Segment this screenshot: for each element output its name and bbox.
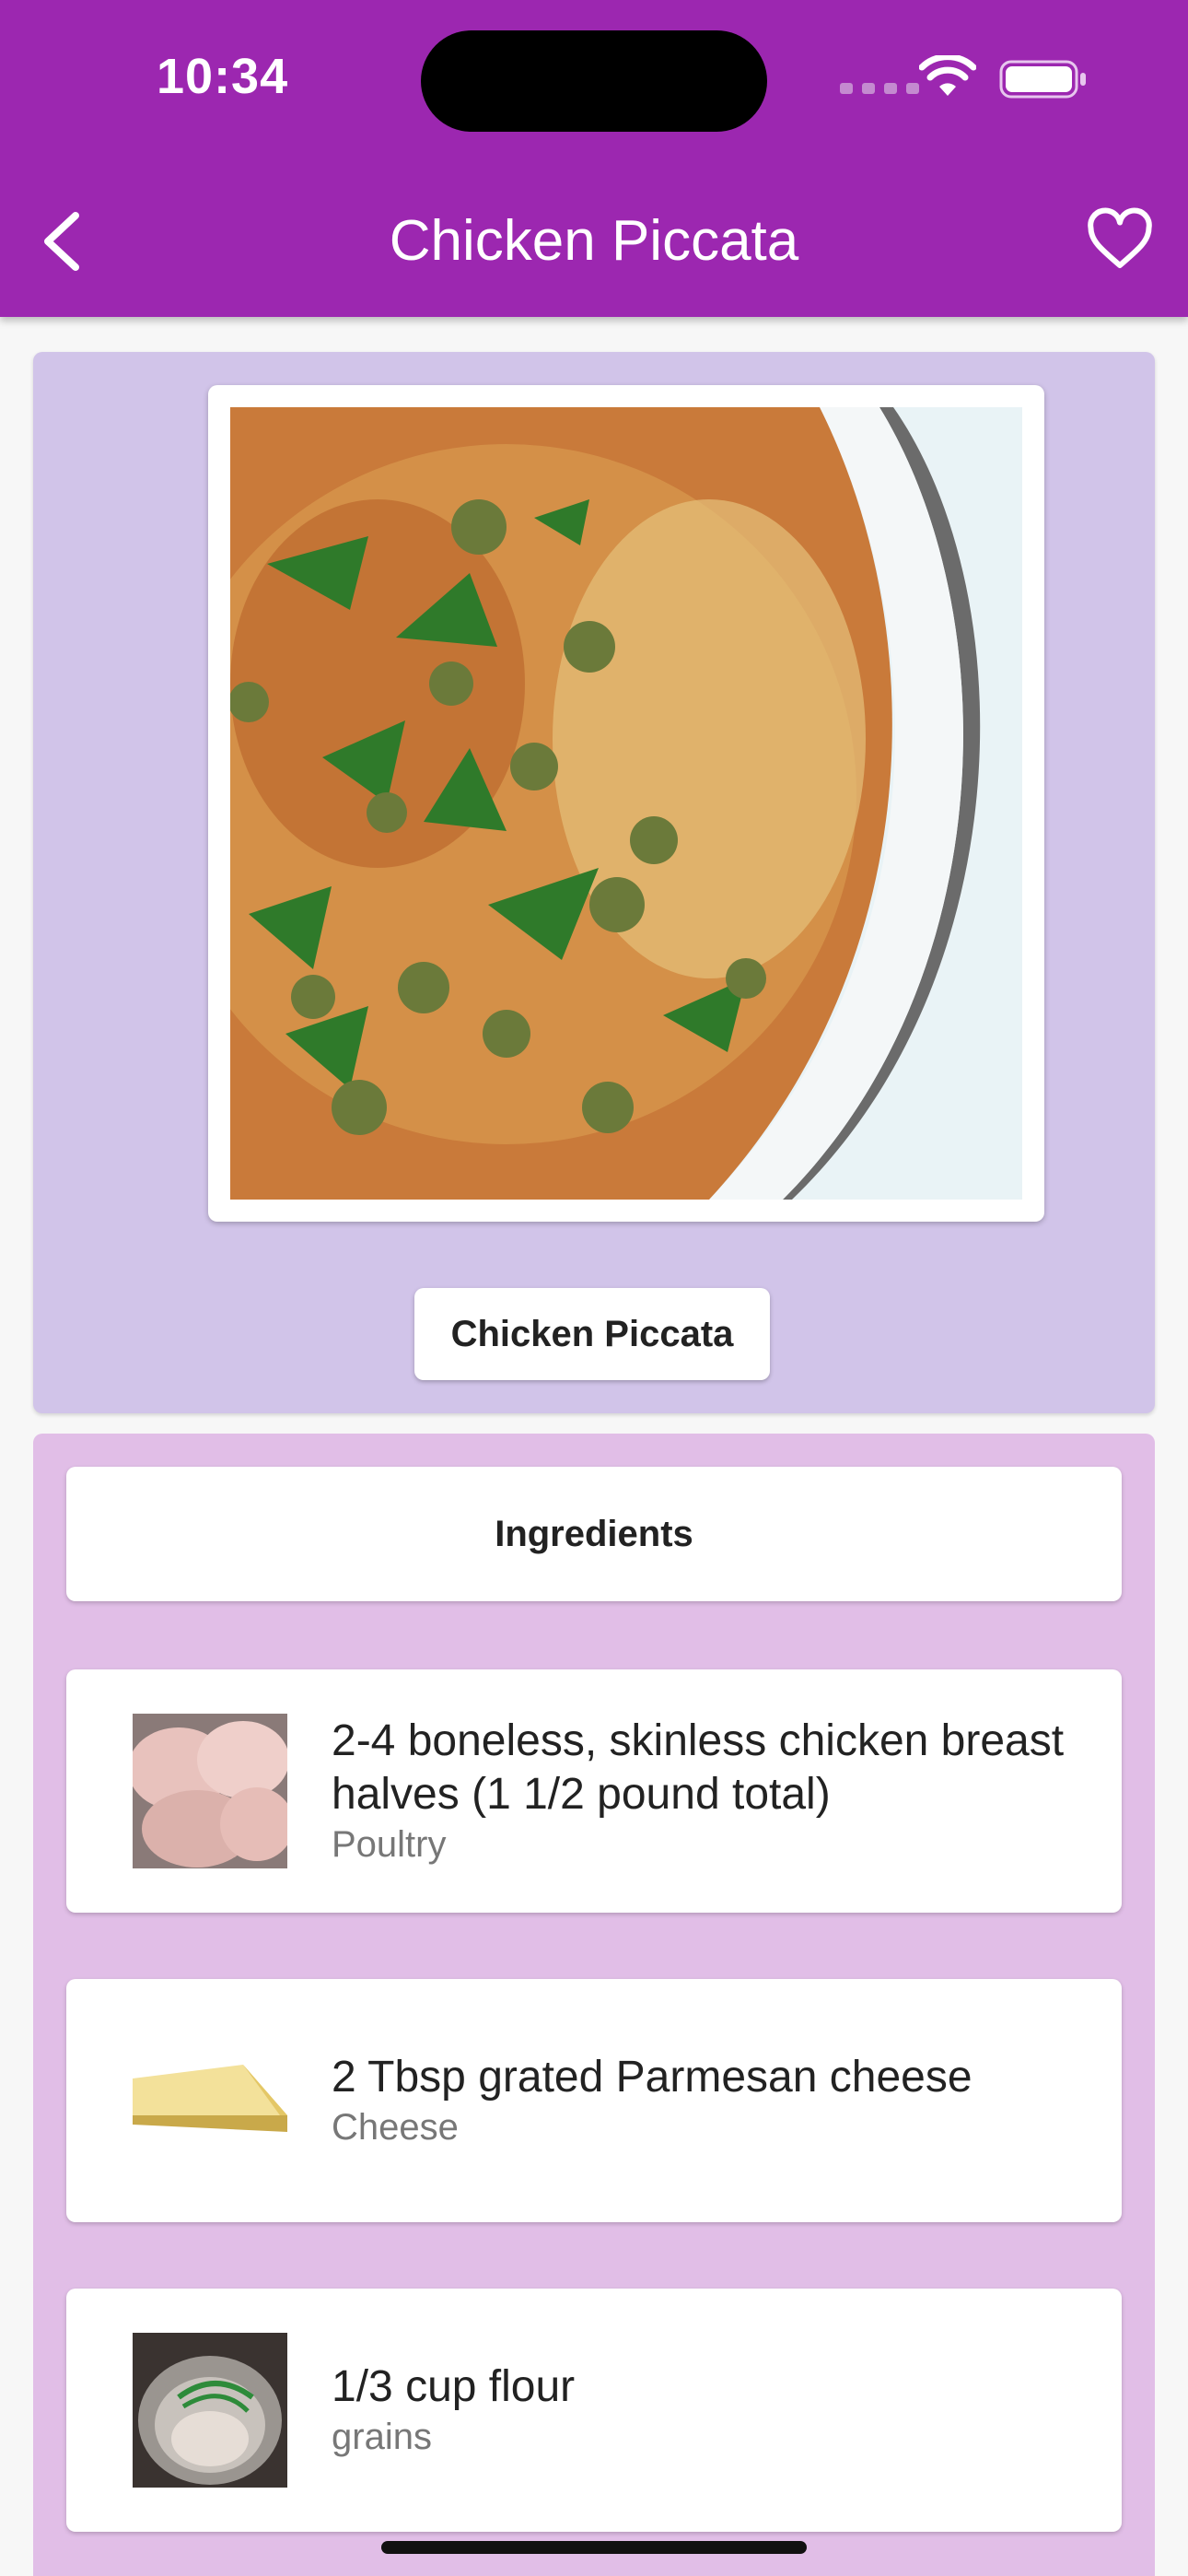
battery-icon [999,60,1086,99]
ingredient-name: 1/3 cup flour [332,2362,576,2411]
ingredient-thumbnail [133,1714,287,1868]
signal-icon [840,83,919,94]
ingredients-header: Ingredients [66,1467,1122,1601]
ingredient-item[interactable]: 2 Tbsp grated Parmesan cheese Cheese [66,1979,1122,2222]
app-bar: 10:34 Chicken Piccata [0,0,1188,317]
ingredient-category: Poultry [332,1824,447,1865]
ingredient-name: 2-4 boneless, skinless chicken breast ha… [332,1716,1065,1819]
ingredient-item[interactable]: 2-4 boneless, skinless chicken breast ha… [66,1669,1122,1913]
ingredients-section: Ingredients 2-4 boneless, skinless chick… [33,1434,1155,2576]
recipe-hero-card: Chicken Piccata [33,352,1155,1413]
ingredient-thumbnail [133,2333,287,2488]
page-title: Chicken Piccata [389,209,799,273]
ingredient-item[interactable]: 1/3 cup flour grains [66,2289,1122,2532]
recipe-photo [230,407,1022,1200]
status-time: 10:34 [157,49,289,104]
recipe-name-chip: Chicken Piccata [414,1288,770,1380]
home-indicator [381,2541,807,2554]
wifi-icon [919,55,976,96]
recipe-image-frame [208,385,1044,1222]
ingredient-category: grains [332,2417,432,2457]
ingredient-thumbnail [133,2023,287,2178]
ingredient-name: 2 Tbsp grated Parmesan cheese [332,2053,973,2102]
heart-icon[interactable] [1087,207,1153,274]
dynamic-island [421,30,767,132]
ingredient-category: Cheese [332,2107,459,2148]
